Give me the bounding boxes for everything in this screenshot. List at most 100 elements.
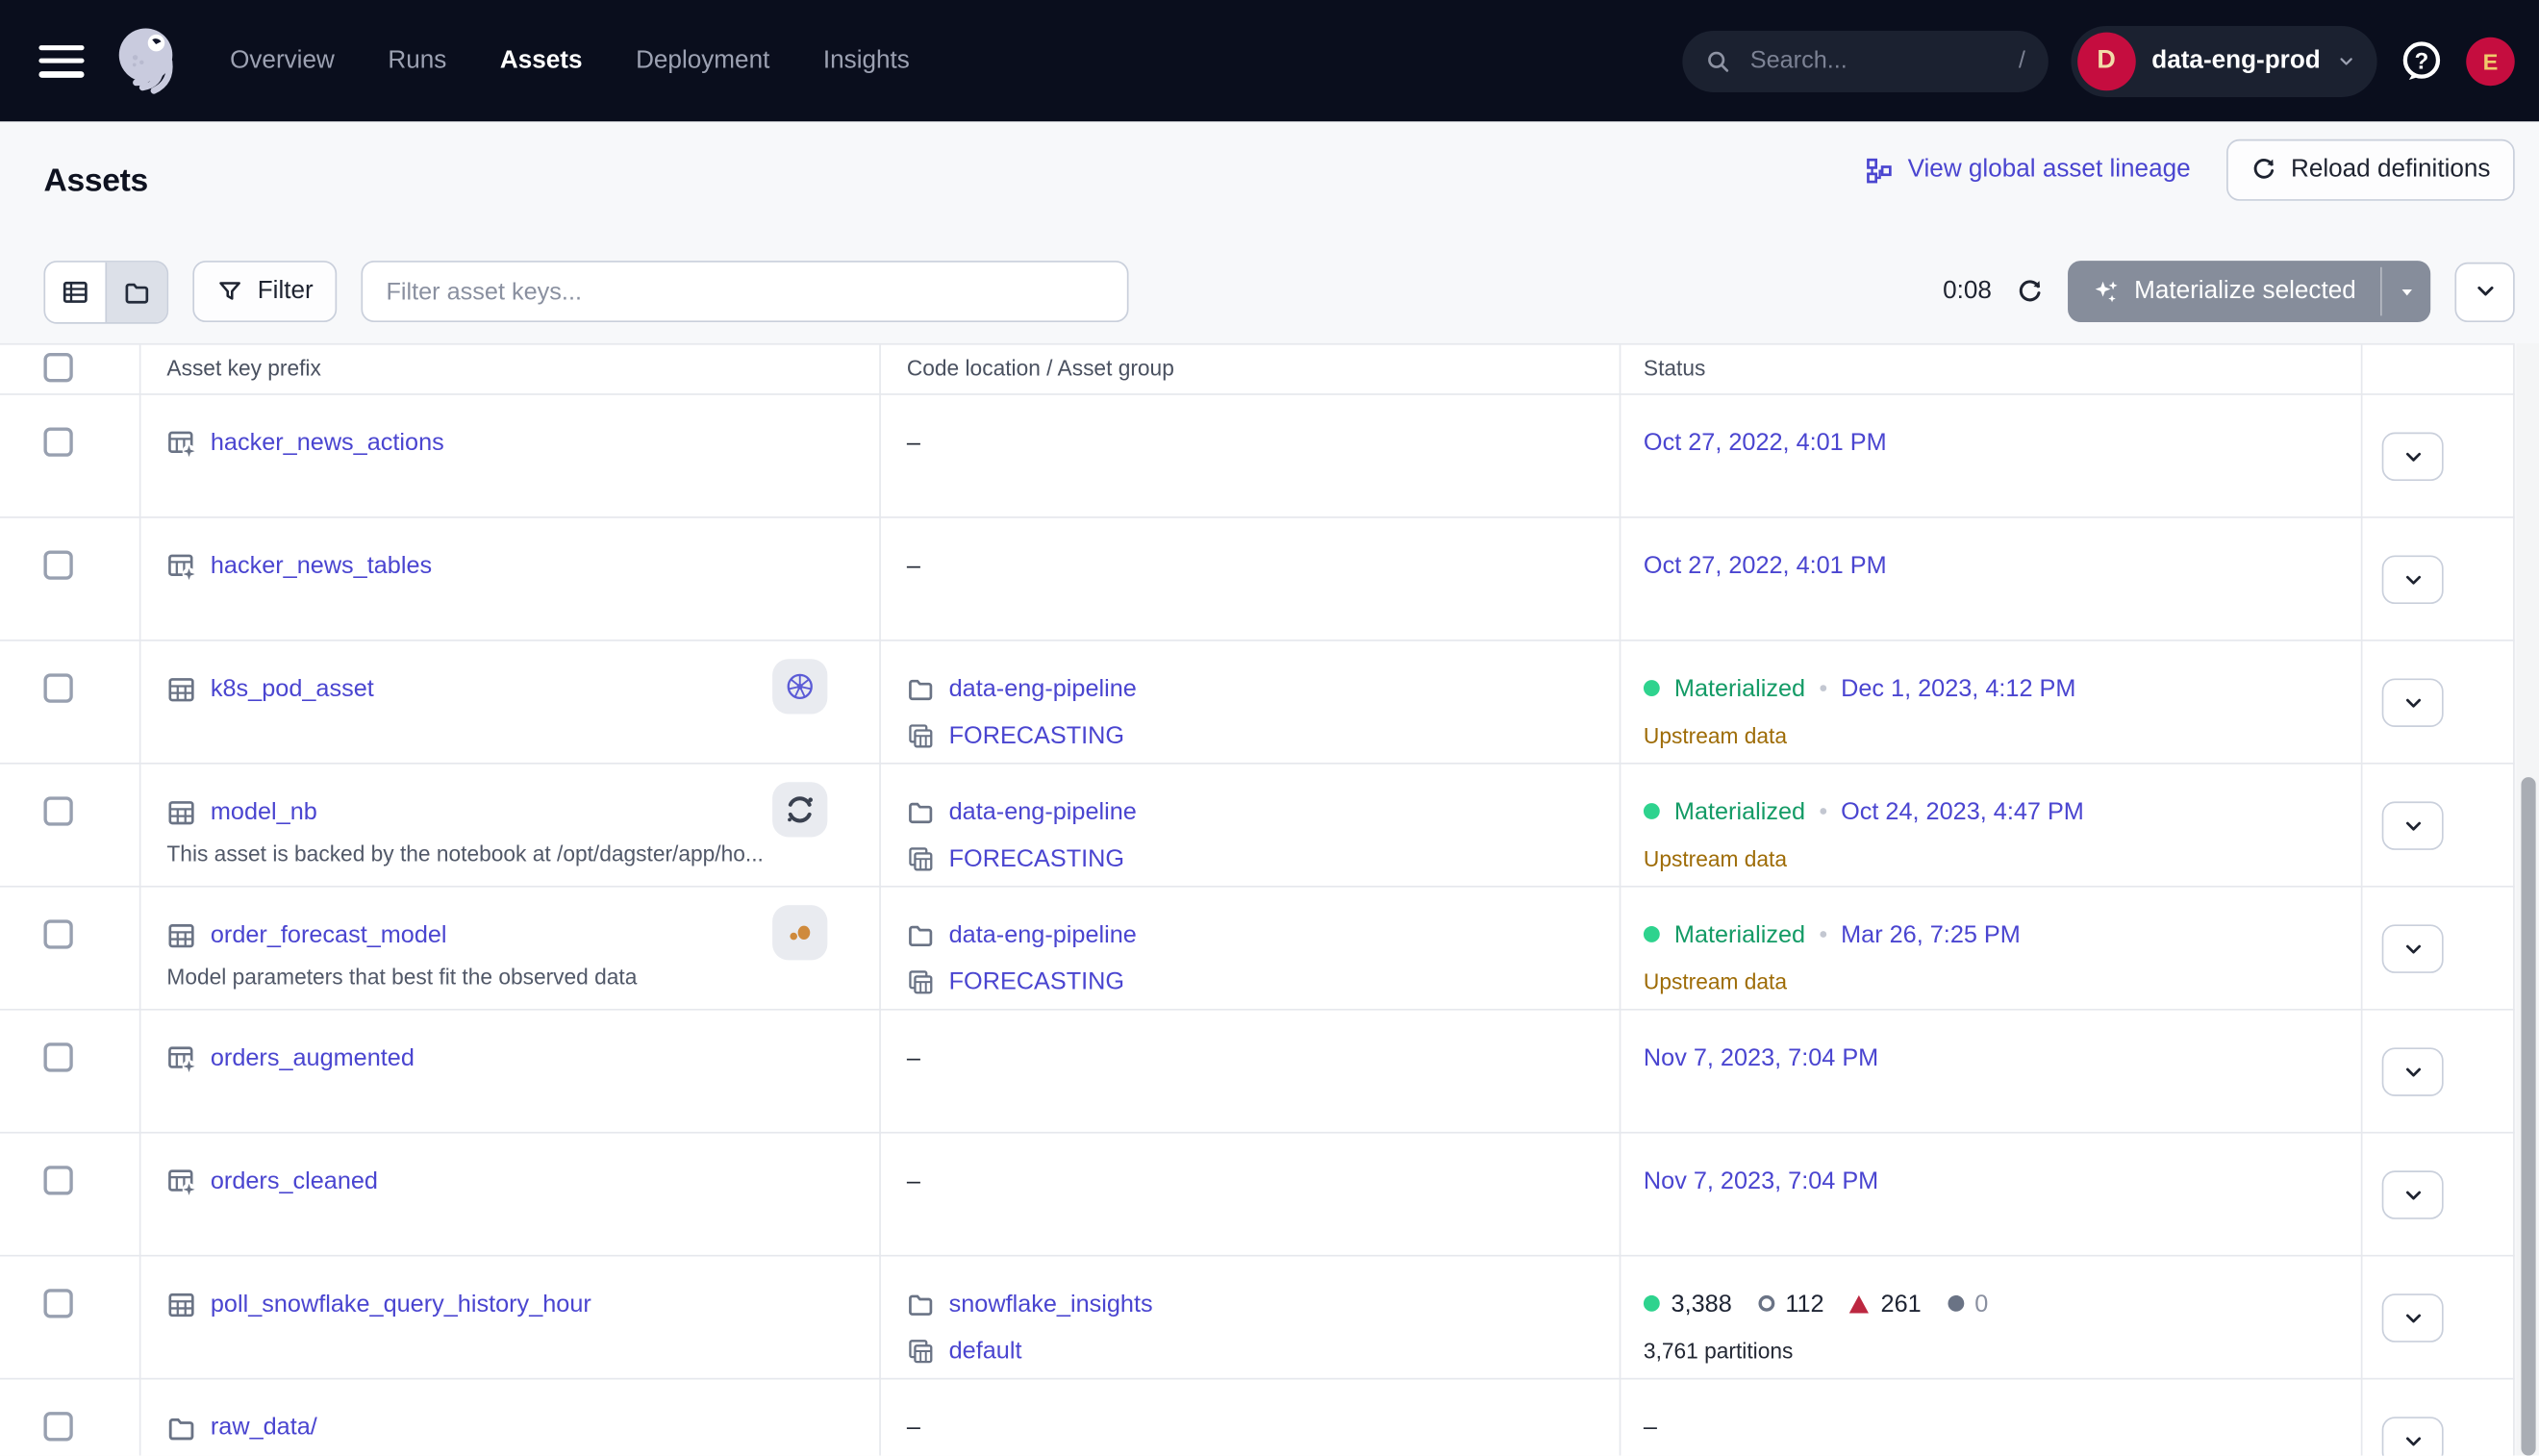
- filter-button-label: Filter: [258, 277, 314, 306]
- code-location-cell: data-eng-pipeline FORECASTING: [907, 791, 1137, 880]
- deployment-switcher[interactable]: D data-eng-prod: [2071, 25, 2377, 96]
- partitions-total-note: 3,761 partitions: [1644, 1339, 1793, 1363]
- row-expand-button[interactable]: [2382, 1293, 2444, 1343]
- table-header: Asset key prefix Code location / Asset g…: [0, 345, 2515, 395]
- materialized-label: Materialized: [1674, 920, 1805, 948]
- asset-group-link[interactable]: default: [949, 1337, 1022, 1365]
- code-location-link[interactable]: data-eng-pipeline: [949, 797, 1137, 825]
- partition-count: 112: [1785, 1290, 1823, 1318]
- table-row: k8s_pod_asset data-eng-pipeline FORECAST…: [0, 641, 2515, 765]
- search-input[interactable]: [1747, 45, 2002, 76]
- dagster-logo-icon[interactable]: [109, 22, 187, 100]
- asset-key-link[interactable]: hacker_news_tables: [211, 552, 432, 580]
- row-checkbox[interactable]: [43, 550, 72, 579]
- help-icon[interactable]: ?: [2400, 38, 2443, 82]
- asset-graph-icon: [166, 1167, 195, 1196]
- row-expand-button[interactable]: [2382, 1417, 2444, 1455]
- row-expand-button[interactable]: [2382, 1170, 2444, 1219]
- row-checkbox[interactable]: [43, 1412, 72, 1441]
- row-expand-button[interactable]: [2382, 924, 2444, 973]
- separator-dot-icon: [1820, 685, 1826, 691]
- empty-value: –: [907, 428, 920, 456]
- select-all-checkbox[interactable]: [43, 353, 72, 382]
- caret-down-icon: [2398, 283, 2416, 301]
- materialization-date-link[interactable]: Oct 27, 2022, 4:01 PM: [1644, 428, 1887, 456]
- row-expand-button[interactable]: [2382, 801, 2444, 850]
- filter-button[interactable]: Filter: [192, 261, 338, 322]
- materialize-selected-button[interactable]: Materialize selected: [2068, 261, 2430, 322]
- row-checkbox[interactable]: [43, 1042, 72, 1071]
- asset-key-link[interactable]: poll_snowflake_query_history_hour: [211, 1291, 591, 1318]
- nav-item-overview[interactable]: Overview: [230, 46, 335, 75]
- nav-item-insights[interactable]: Insights: [823, 46, 910, 75]
- deployment-name: data-eng-prod: [2151, 46, 2320, 75]
- materialized-dot-icon: [1644, 926, 1660, 942]
- row-expand-button[interactable]: [2382, 678, 2444, 727]
- user-avatar[interactable]: E: [2466, 37, 2515, 86]
- row-checkbox[interactable]: [43, 673, 72, 702]
- jupyter-icon: [784, 793, 817, 826]
- row-checkbox[interactable]: [43, 796, 72, 825]
- status-cell: Materialized Dec 1, 2023, 4:12 PM Upstream…: [1644, 667, 2075, 757]
- compute-kind-tag[interactable]: [772, 905, 827, 960]
- filter-asset-keys-input[interactable]: [362, 261, 1129, 322]
- list-view-button[interactable]: [45, 262, 105, 321]
- chevron-down-icon: [2402, 816, 2424, 837]
- nav-right-cluster: / D data-eng-prod ? E: [1682, 25, 2515, 96]
- materialization-date-link[interactable]: Oct 27, 2022, 4:01 PM: [1644, 551, 1887, 579]
- collapse-all-button[interactable]: [2454, 262, 2514, 321]
- refresh-icon[interactable]: [2016, 278, 2044, 306]
- nav-item-assets[interactable]: Assets: [500, 46, 583, 75]
- materialize-options-caret[interactable]: [2382, 261, 2431, 322]
- materialized-label: Materialized: [1674, 674, 1805, 702]
- scrollbar-thumb[interactable]: [2521, 777, 2535, 1455]
- row-expand-button[interactable]: [2382, 1047, 2444, 1096]
- asset-key-link[interactable]: order_forecast_model: [211, 921, 447, 949]
- asset-group-link[interactable]: FORECASTING: [949, 967, 1124, 995]
- reload-definitions-button[interactable]: Reload definitions: [2226, 139, 2515, 201]
- nav-item-runs[interactable]: Runs: [388, 46, 446, 75]
- row-expand-button[interactable]: [2382, 433, 2444, 482]
- materialized-dot-icon: [1644, 1295, 1660, 1312]
- compute-kind-tag[interactable]: [772, 782, 827, 837]
- asset-key-link[interactable]: raw_data/: [211, 1414, 317, 1442]
- reload-definitions-label: Reload definitions: [2291, 156, 2490, 185]
- compute-kind-tag[interactable]: [772, 659, 827, 714]
- upstream-data-note: Upstream data: [1644, 723, 1787, 747]
- asset-key-link[interactable]: model_nb: [211, 798, 317, 826]
- materialization-date-link[interactable]: Oct 24, 2023, 4:47 PM: [1841, 797, 2084, 825]
- code-location-link[interactable]: data-eng-pipeline: [949, 674, 1137, 702]
- row-checkbox[interactable]: [43, 919, 72, 948]
- table-row: model_nb This asset is backed by the not…: [0, 765, 2515, 888]
- kubernetes-icon: [784, 670, 817, 703]
- asset-key-link[interactable]: orders_cleaned: [211, 1167, 378, 1195]
- partition-count: 261: [1881, 1290, 1922, 1318]
- menu-icon[interactable]: [38, 44, 84, 77]
- asset-group-link[interactable]: FORECASTING: [949, 721, 1124, 749]
- folder-icon: [907, 920, 935, 948]
- view-global-asset-lineage-link[interactable]: View global asset lineage: [1866, 156, 2191, 185]
- nav-item-deployment[interactable]: Deployment: [636, 46, 769, 75]
- chevron-down-icon: [2402, 446, 2424, 467]
- code-location-link[interactable]: snowflake_insights: [949, 1290, 1153, 1318]
- asset-group-link[interactable]: FORECASTING: [949, 844, 1124, 872]
- row-expand-button[interactable]: [2382, 555, 2444, 604]
- materialization-date-link[interactable]: Mar 26, 7:25 PM: [1841, 920, 2021, 948]
- code-location-link[interactable]: data-eng-pipeline: [949, 920, 1137, 948]
- row-checkbox[interactable]: [43, 427, 72, 456]
- asset-key-link[interactable]: k8s_pod_asset: [211, 675, 374, 703]
- materialized-label: Materialized: [1674, 797, 1805, 825]
- folder-view-button[interactable]: [105, 262, 166, 321]
- row-checkbox[interactable]: [43, 1166, 72, 1194]
- separator-dot-icon: [1820, 808, 1826, 815]
- asset-key-link[interactable]: hacker_news_actions: [211, 429, 444, 457]
- materialization-date-link[interactable]: Nov 7, 2023, 7:04 PM: [1644, 1167, 1878, 1194]
- global-search[interactable]: /: [1682, 30, 2049, 91]
- materialization-date-link[interactable]: Dec 1, 2023, 4:12 PM: [1841, 674, 2075, 702]
- row-checkbox[interactable]: [43, 1289, 72, 1318]
- table-icon: [166, 798, 195, 827]
- asset-key-link[interactable]: orders_augmented: [211, 1044, 415, 1072]
- table-body: hacker_news_actions – Oct 27, 2022, 4:01 P…: [0, 395, 2515, 1456]
- chevron-down-icon: [2402, 939, 2424, 960]
- materialization-date-link[interactable]: Nov 7, 2023, 7:04 PM: [1644, 1043, 1878, 1071]
